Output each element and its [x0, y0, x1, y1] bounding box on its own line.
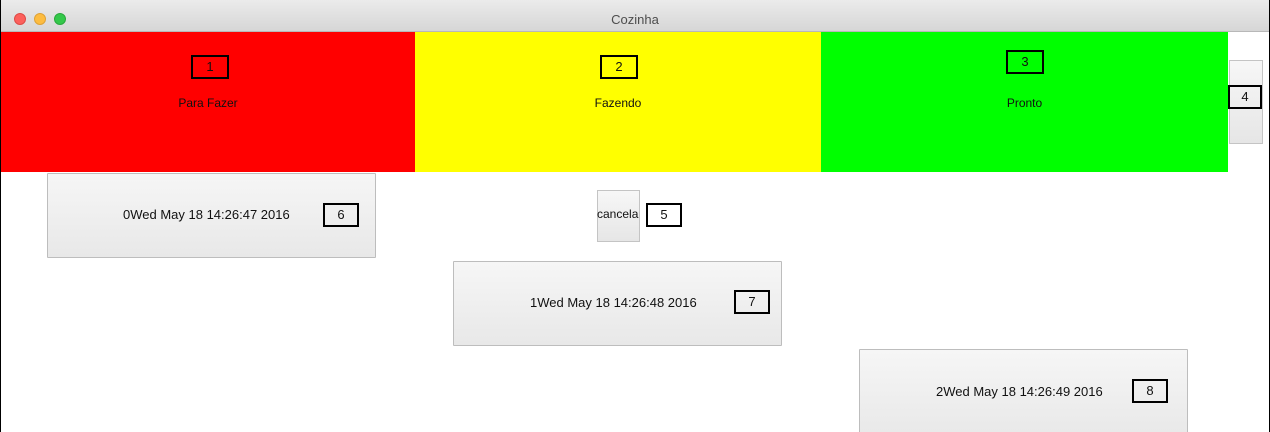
order-timestamp: 0Wed May 18 14:26:47 2016: [123, 207, 290, 222]
column-label-para-fazer: Para Fazer: [178, 96, 238, 110]
order-timestamp: 1Wed May 18 14:26:48 2016: [530, 295, 697, 310]
window-title: Cozinha: [611, 12, 659, 27]
order-timestamp: 2Wed May 18 14:26:49 2016: [936, 384, 1103, 399]
cancel-button-label: cancela: [597, 207, 639, 221]
column-label-fazendo: Fazendo: [594, 96, 642, 110]
annotation-tag-2: 2: [600, 55, 638, 79]
annotation-tag-5: 5: [646, 203, 682, 227]
column-label-pronto: Pronto: [1006, 96, 1043, 110]
column-fazendo[interactable]: Fazendo: [415, 32, 821, 172]
app-window: Cozinha Para Fazer 1 Fazendo 2 Pronto 3 …: [0, 0, 1270, 432]
column-para-fazer[interactable]: Para Fazer: [1, 32, 415, 172]
annotation-tag-8: 8: [1132, 379, 1168, 403]
annotation-tag-1: 1: [191, 55, 229, 79]
annotation-tag-6: 6: [323, 203, 359, 227]
annotation-tag-3: 3: [1006, 50, 1044, 74]
title-bar[interactable]: Cozinha: [1, 0, 1269, 32]
annotation-tag-7: 7: [734, 290, 770, 314]
annotation-tag-4: 4: [1228, 85, 1262, 109]
